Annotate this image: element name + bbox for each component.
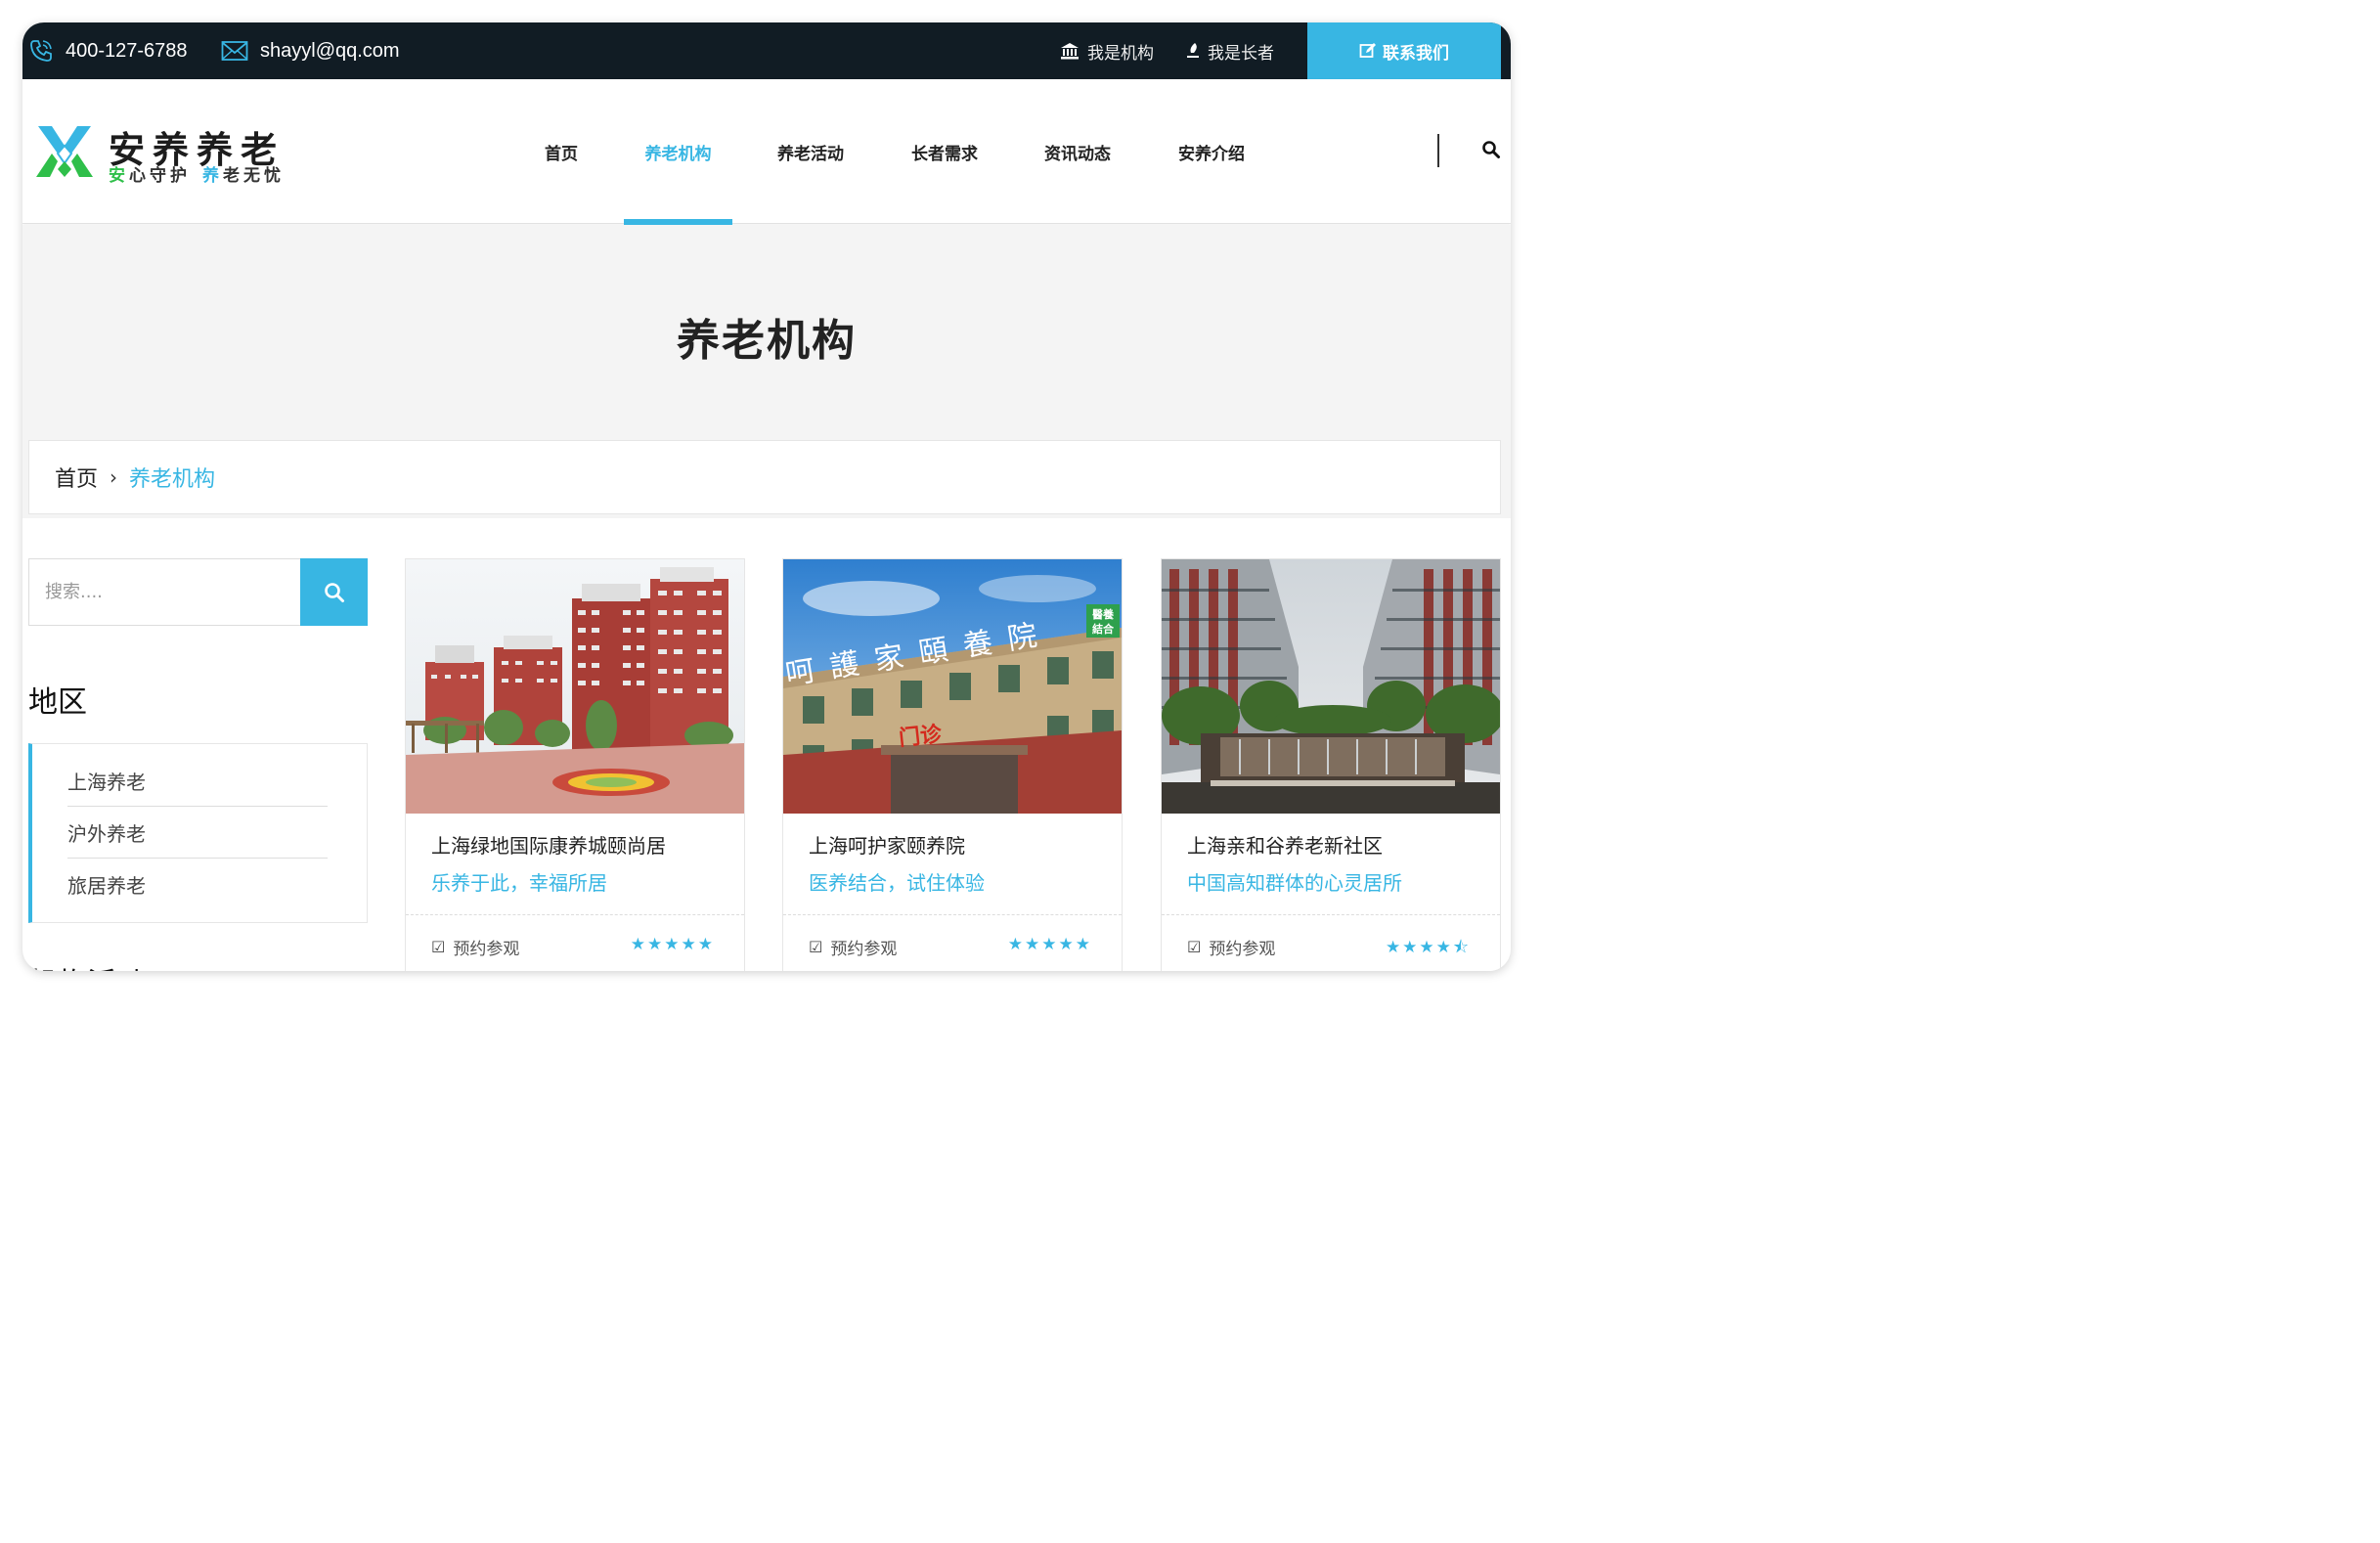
search-input[interactable] — [28, 558, 301, 626]
card-divider — [1162, 914, 1500, 915]
region-item-travel[interactable]: 旅居养老 — [67, 859, 328, 910]
institution-card[interactable]: 门诊 呵護家頤養院 醫養 結合 上海呵护家颐养院 医养结合，试住体验 ☑ 预约参… — [782, 558, 1123, 971]
breadcrumb: 首页 › 养老机构 — [28, 440, 1501, 514]
edit-icon — [1359, 43, 1376, 58]
institution-link[interactable]: 我是机构 — [1060, 22, 1154, 79]
email-address: shayyl@qq.com — [260, 39, 400, 62]
mail-icon — [221, 41, 248, 61]
institution-card[interactable]: 上海绿地国际康养城颐尚居 乐养于此，幸福所居 ☑ 预约参观 ★★★★★ — [405, 558, 745, 971]
breadcrumb-home[interactable]: 首页 — [55, 462, 98, 493]
region-item-shanghai[interactable]: 上海养老 — [67, 755, 328, 807]
region-heading: 地区 — [28, 685, 87, 720]
institution-name[interactable]: 上海亲和谷养老新社区 — [1187, 830, 1383, 859]
nav-item-elder-needs[interactable]: 长者需求 — [900, 79, 990, 224]
checkbox-icon: ☑ — [431, 938, 446, 956]
institution-tagline: 乐养于此，幸福所居 — [431, 871, 607, 895]
door-sign-text: 门诊 — [898, 722, 944, 752]
rating-stars: ★★★★★ — [630, 935, 715, 954]
site-header: 安养养老 安心守护 养老无忧 首页 养老机构 养老活动 长者需求 资讯动态 安养介… — [22, 79, 1511, 225]
book-visit-label: 预约参观 — [1209, 940, 1276, 959]
institution-name[interactable]: 上海绿地国际康养城颐尚居 — [431, 830, 666, 859]
institution-name[interactable]: 上海呵护家颐养院 — [809, 830, 965, 859]
elder-link-label: 我是长者 — [1208, 43, 1274, 64]
breadcrumb-chevron-icon: › — [110, 465, 118, 489]
institution-icon — [1061, 43, 1079, 60]
site-logo[interactable]: 安养养老 安心守护 养老无忧 — [34, 122, 318, 186]
institution-photo[interactable] — [406, 559, 744, 814]
rating-stars: ★★★★★ — [1007, 935, 1092, 954]
rating-stars: ★★★★⯪ — [1385, 938, 1471, 957]
browser-frame: 400-127-6788 shayyl@qq.com 我是机构 我是长者 联系我… — [22, 22, 1511, 971]
institution-link-label: 我是机构 — [1087, 43, 1154, 64]
page-title: 养老机构 — [677, 316, 857, 366]
nav-item-news[interactable]: 资讯动态 — [1033, 79, 1123, 224]
book-visit-link[interactable]: ☑ 预约参观 — [809, 935, 897, 959]
search-icon — [324, 582, 344, 602]
card-divider — [406, 914, 744, 915]
card-divider — [783, 914, 1122, 915]
institution-photo[interactable]: 门诊 呵護家頤養院 醫養 結合 — [783, 559, 1122, 814]
phone-icon — [30, 40, 52, 62]
svg-text:醫養: 醫養 — [1092, 607, 1114, 621]
phone-number: 400-127-6788 — [66, 39, 188, 62]
nav-item-home[interactable]: 首页 — [527, 79, 595, 224]
checkbox-icon: ☑ — [1187, 938, 1202, 956]
elder-link[interactable]: 我是长者 — [1186, 22, 1274, 79]
region-item-outside-shanghai[interactable]: 沪外养老 — [67, 807, 328, 859]
phone-contact[interactable]: 400-127-6788 — [28, 22, 188, 79]
search-icon[interactable] — [1481, 140, 1501, 159]
book-visit-link[interactable]: ☑ 预约参观 — [431, 935, 519, 959]
checkbox-icon: ☑ — [809, 938, 823, 956]
email-contact[interactable]: shayyl@qq.com — [221, 22, 400, 79]
institution-tagline: 中国高知群体的心灵居所 — [1187, 871, 1402, 895]
nav-divider — [1437, 134, 1439, 167]
svg-text:結合: 結合 — [1092, 622, 1115, 636]
book-visit-label: 预约参观 — [453, 940, 520, 959]
book-visit-link[interactable]: ☑ 预约参观 — [1187, 935, 1275, 959]
top-bar: 400-127-6788 shayyl@qq.com 我是机构 我是长者 联系我… — [22, 22, 1511, 79]
nav-item-activities[interactable]: 养老活动 — [766, 79, 856, 224]
contact-us-button[interactable]: 联系我们 — [1307, 22, 1501, 79]
sidebar-search — [28, 558, 368, 626]
logo-tagline: 安心守护 养老无忧 — [109, 166, 285, 186]
breadcrumb-current: 养老机构 — [129, 467, 216, 492]
activities-heading: 机构活动 — [28, 959, 146, 971]
region-list: 上海养老 沪外养老 旅居养老 — [28, 743, 368, 923]
institution-tagline: 医养结合，试住体验 — [809, 871, 985, 895]
pin-icon — [1187, 43, 1199, 58]
institution-card[interactable]: 上海亲和谷养老新社区 中国高知群体的心灵居所 ☑ 预约参观 ★★★★⯪ — [1161, 558, 1501, 971]
nav-item-about[interactable]: 安养介绍 — [1167, 79, 1256, 224]
contact-us-label: 联系我们 — [1383, 43, 1449, 64]
nav-item-institutions[interactable]: 养老机构 — [624, 79, 732, 225]
search-button[interactable] — [300, 558, 368, 626]
book-visit-label: 预约参观 — [830, 940, 898, 959]
logo-mark-icon — [36, 126, 93, 177]
institution-photo[interactable] — [1162, 559, 1500, 814]
